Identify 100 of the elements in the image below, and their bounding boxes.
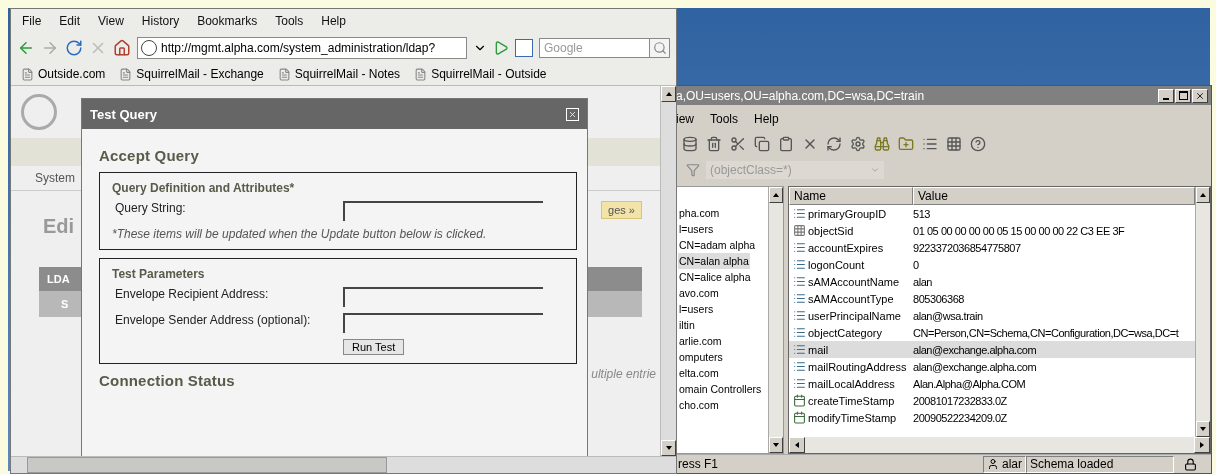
- scroll-down-button[interactable]: [769, 437, 783, 453]
- page-title: Edi: [43, 215, 75, 238]
- column-header[interactable]: Value: [913, 187, 1195, 205]
- column-header[interactable]: Name: [789, 187, 913, 205]
- scroll-right-button[interactable]: [1194, 437, 1210, 453]
- menu-item[interactable]: Edit: [50, 14, 90, 28]
- tree-item[interactable]: elta.com: [678, 365, 720, 381]
- tree-item[interactable]: CN=alan alpha: [678, 253, 750, 269]
- table-row[interactable]: userPrincipalName alan@wsa.train: [789, 307, 1195, 324]
- list-icon: [793, 207, 806, 220]
- go-icon[interactable]: [493, 40, 509, 56]
- attribute-value: CN=Person,CN=Schema,CN=Configuration,DC=wsa,DC=t: [912, 326, 1180, 339]
- section-heading: Accept Query: [99, 147, 200, 164]
- scroll-up-button[interactable]: [661, 86, 676, 102]
- tree-item[interactable]: omputers: [678, 349, 724, 365]
- field-label: Query String:: [114, 201, 187, 215]
- menu-item[interactable]: View: [89, 14, 133, 28]
- filter-icon: [686, 163, 700, 177]
- attribute-name: mailLocalAddress: [808, 377, 895, 390]
- table-row[interactable]: objectCategory CN=Person,CN=Schema,CN=Configuration,DC=wsa,DC=t: [789, 324, 1195, 341]
- tree-item[interactable]: CN=alice alpha: [678, 269, 752, 285]
- tree-item[interactable]: l=users: [678, 221, 715, 237]
- refresh-icon[interactable]: [826, 136, 842, 152]
- triangle-left-icon: [793, 441, 801, 449]
- table-row[interactable]: createTimeStamp 20081017232833.0Z: [789, 392, 1195, 409]
- search-field[interactable]: Google: [539, 38, 650, 58]
- bookmark[interactable]: SquirrelMail - Notes: [277, 67, 401, 81]
- table-row[interactable]: mailLocalAddress Alan.Alpha@Alpha.COM: [789, 375, 1195, 392]
- attribute-value: alan: [912, 275, 933, 288]
- table-row[interactable]: modifyTimeStamp 20090522234209.0Z: [789, 409, 1195, 426]
- menu-item[interactable]: Help: [312, 14, 355, 28]
- status-text: ress F1: [677, 457, 719, 471]
- bookmark[interactable]: Outside.com: [21, 67, 106, 81]
- chevron-down-icon: [870, 165, 880, 175]
- scroll-up-button[interactable]: [769, 187, 783, 203]
- tree-item[interactable]: CN=adam alpha: [678, 237, 757, 253]
- tree-item[interactable]: pha.com: [678, 205, 721, 221]
- list-icon: [793, 326, 806, 339]
- menu-item[interactable]: Help: [746, 112, 787, 126]
- menu-item[interactable]: History: [132, 14, 189, 28]
- close-button[interactable]: [1192, 88, 1208, 103]
- search-button[interactable]: [650, 38, 670, 58]
- tree-item[interactable]: iltin: [678, 317, 696, 333]
- scroll-up-button[interactable]: [1196, 187, 1210, 203]
- table-row[interactable]: primaryGroupID 513: [789, 205, 1195, 222]
- page-icon: [21, 67, 34, 81]
- database-icon[interactable]: [682, 136, 698, 152]
- scroll-left-button[interactable]: [789, 437, 805, 453]
- bookmark[interactable]: SquirrelMail - Exchange: [119, 67, 264, 81]
- tree-item[interactable]: cho.com: [678, 397, 720, 413]
- cut-icon[interactable]: [730, 136, 746, 152]
- settings-icon[interactable]: [850, 136, 866, 152]
- copy-icon[interactable]: [754, 136, 770, 152]
- menu-item[interactable]: Tools: [266, 14, 313, 28]
- table-row[interactable]: sAMAccountName alan: [789, 273, 1195, 290]
- menu-item[interactable]: File: [13, 14, 51, 28]
- back-icon[interactable]: [17, 39, 35, 57]
- trash-icon[interactable]: [706, 136, 722, 152]
- binoculars-icon[interactable]: [874, 136, 890, 152]
- menu-item[interactable]: Tools: [702, 112, 747, 126]
- tree-item[interactable]: l=users: [678, 301, 715, 317]
- field-label: Envelope Sender Address (optional):: [114, 313, 312, 327]
- list-icon: [793, 309, 806, 322]
- nav-link[interactable]: System: [35, 171, 75, 185]
- attribute-name: mail: [808, 343, 829, 356]
- tree-item[interactable]: arlie.com: [678, 333, 723, 349]
- scroll-down-button[interactable]: [1196, 421, 1210, 437]
- help-icon[interactable]: [970, 136, 986, 152]
- table-row[interactable]: accountExpires 9223372036854775807: [789, 239, 1195, 256]
- page-note: ultiple entrie: [591, 367, 656, 381]
- table-row[interactable]: logonCount 0: [789, 256, 1195, 273]
- maximize-button[interactable]: [1175, 88, 1191, 103]
- reload-icon[interactable]: [65, 39, 83, 57]
- table-row[interactable]: mail alan@exchange.alpha.com: [789, 341, 1195, 358]
- list-icon[interactable]: [922, 136, 938, 152]
- home-icon[interactable]: [113, 39, 131, 57]
- menu-item[interactable]: iew: [676, 112, 702, 126]
- grid-icon[interactable]: [946, 136, 962, 152]
- folder-icon[interactable]: [898, 136, 914, 152]
- section-title: LDA: [47, 273, 70, 285]
- page-button[interactable]: ges »: [601, 201, 642, 219]
- attribute-name: sAMAccountType: [808, 292, 894, 305]
- attribute-name: mailRoutingAddress: [808, 360, 907, 373]
- scrollbar-thumb[interactable]: [27, 457, 387, 473]
- address-bar[interactable]: http://mgmt.alpha.com/system_administration/ldap?: [137, 37, 467, 59]
- table-row[interactable]: objectSid 01 05 00 00 00 00 05 15 00 00 00 22 C3 EE 3F: [789, 222, 1195, 239]
- bookmark[interactable]: SquirrelMail - Outside: [414, 67, 547, 81]
- paste-icon[interactable]: [778, 136, 794, 152]
- run-test-button[interactable]: Run Test: [343, 339, 405, 355]
- list-icon: [793, 275, 806, 288]
- scroll-down-button[interactable]: [661, 440, 676, 456]
- minimize-button[interactable]: [1158, 88, 1174, 103]
- menu-item[interactable]: Bookmarks: [188, 14, 267, 28]
- attribute-name: accountExpires: [808, 241, 884, 254]
- list-icon: [793, 377, 806, 390]
- attribute-value: 01 05 00 00 00 00 05 15 00 00 00 22 C3 EE 3F: [912, 224, 1126, 237]
- table-row[interactable]: mailRoutingAddress alan@exchange.alpha.com: [789, 358, 1195, 375]
- tree-item[interactable]: omain Controllers: [678, 381, 763, 397]
- tree-item[interactable]: avo.com: [678, 285, 720, 301]
- table-row[interactable]: sAMAccountType 805306368: [789, 290, 1195, 307]
